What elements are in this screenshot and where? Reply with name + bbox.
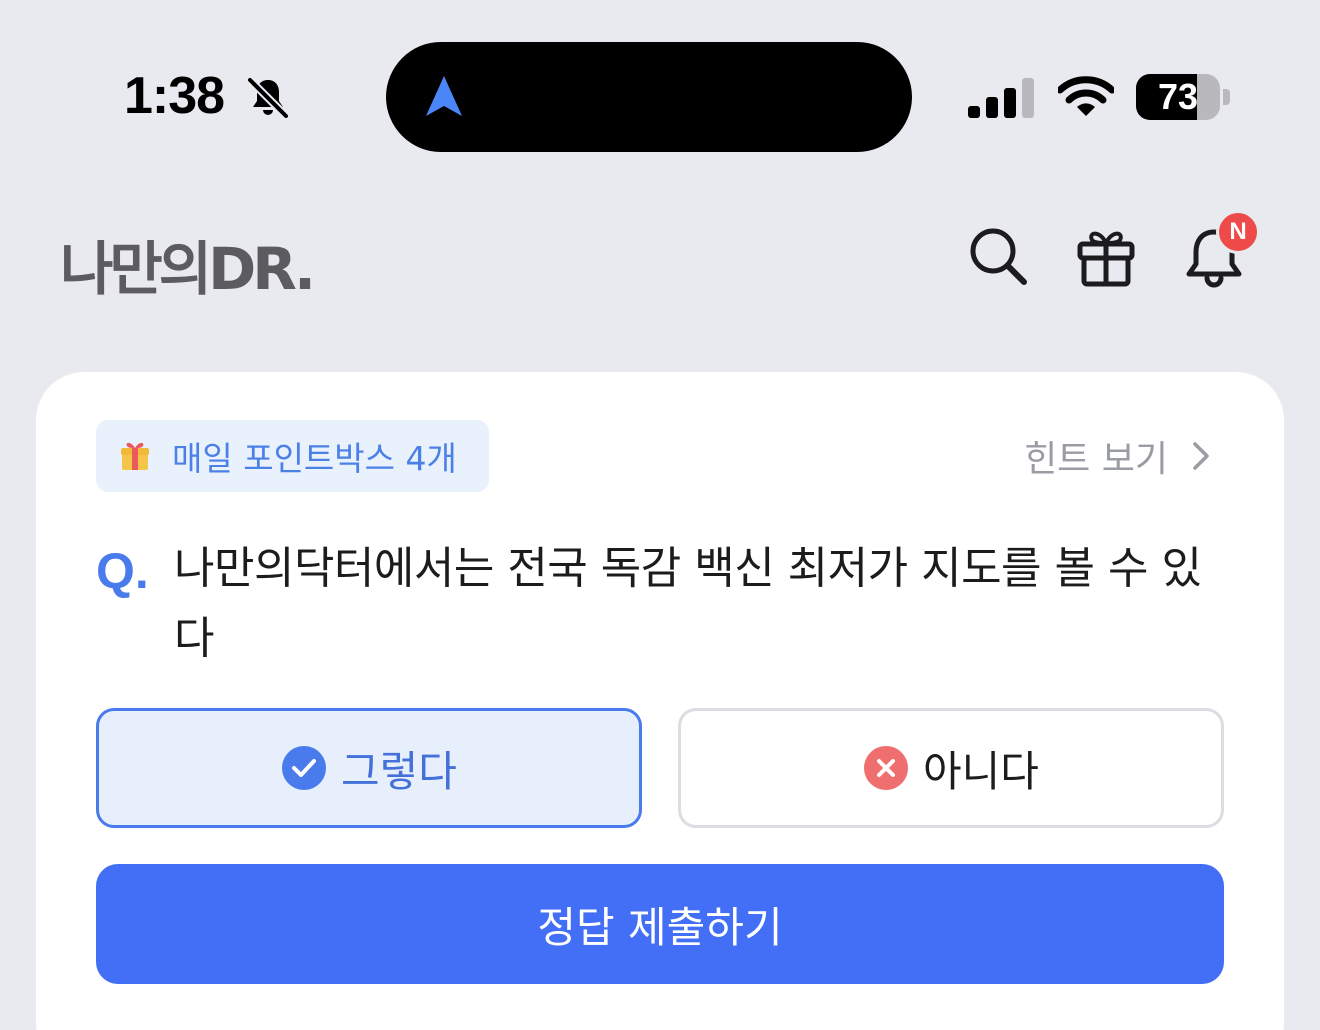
app-logo: 나만의DR. bbox=[60, 235, 316, 303]
battery-tip bbox=[1223, 89, 1230, 105]
answer-yes-button[interactable]: 그렇다 bbox=[96, 708, 642, 828]
search-icon[interactable] bbox=[966, 224, 1030, 288]
submit-label: 정답 제출하기 bbox=[537, 902, 783, 952]
notification-badge: N bbox=[1216, 210, 1260, 254]
answer-no-label: 아니다 bbox=[923, 746, 1039, 796]
gift-box-icon bbox=[121, 442, 149, 470]
cellular-signal-icon bbox=[968, 78, 1034, 118]
answer-no-button[interactable]: 아니다 bbox=[678, 708, 1224, 828]
location-arrow-icon bbox=[426, 76, 462, 116]
battery-level: 73 bbox=[1157, 76, 1199, 117]
wifi-icon bbox=[1058, 76, 1114, 116]
submit-answer-button[interactable]: 정답 제출하기 bbox=[96, 864, 1224, 984]
battery-icon: 73 bbox=[1136, 74, 1220, 120]
answer-yes-label: 그렇다 bbox=[341, 746, 457, 796]
question-marker: Q. bbox=[96, 543, 149, 599]
check-circle-icon bbox=[282, 746, 327, 790]
point-box-label: 매일 포인트박스 4개 bbox=[172, 439, 457, 478]
question-text: 나만의닥터에서는 전국 독감 백신 최저가 지도를 볼 수 있다 bbox=[174, 543, 1202, 664]
app-screen: 1:38 73 나만의DR. N 매일 포인트박스 4개 힌트 보기 Q. 나만… bbox=[0, 0, 1320, 1030]
daily-point-box-tag: 매일 포인트박스 4개 bbox=[96, 420, 489, 492]
hint-label: 힌트 보기 bbox=[1024, 439, 1168, 480]
status-time: 1:38 bbox=[124, 67, 225, 125]
hint-link[interactable]: 힌트 보기 bbox=[1024, 430, 1214, 482]
gift-icon[interactable] bbox=[1074, 224, 1138, 288]
chevron-right-icon bbox=[1193, 442, 1209, 470]
x-circle-icon bbox=[864, 746, 909, 790]
quiz-card: 매일 포인트박스 4개 힌트 보기 Q. 나만의닥터에서는 전국 독감 백신 최… bbox=[36, 372, 1284, 1030]
bell-slash-icon bbox=[247, 77, 289, 119]
